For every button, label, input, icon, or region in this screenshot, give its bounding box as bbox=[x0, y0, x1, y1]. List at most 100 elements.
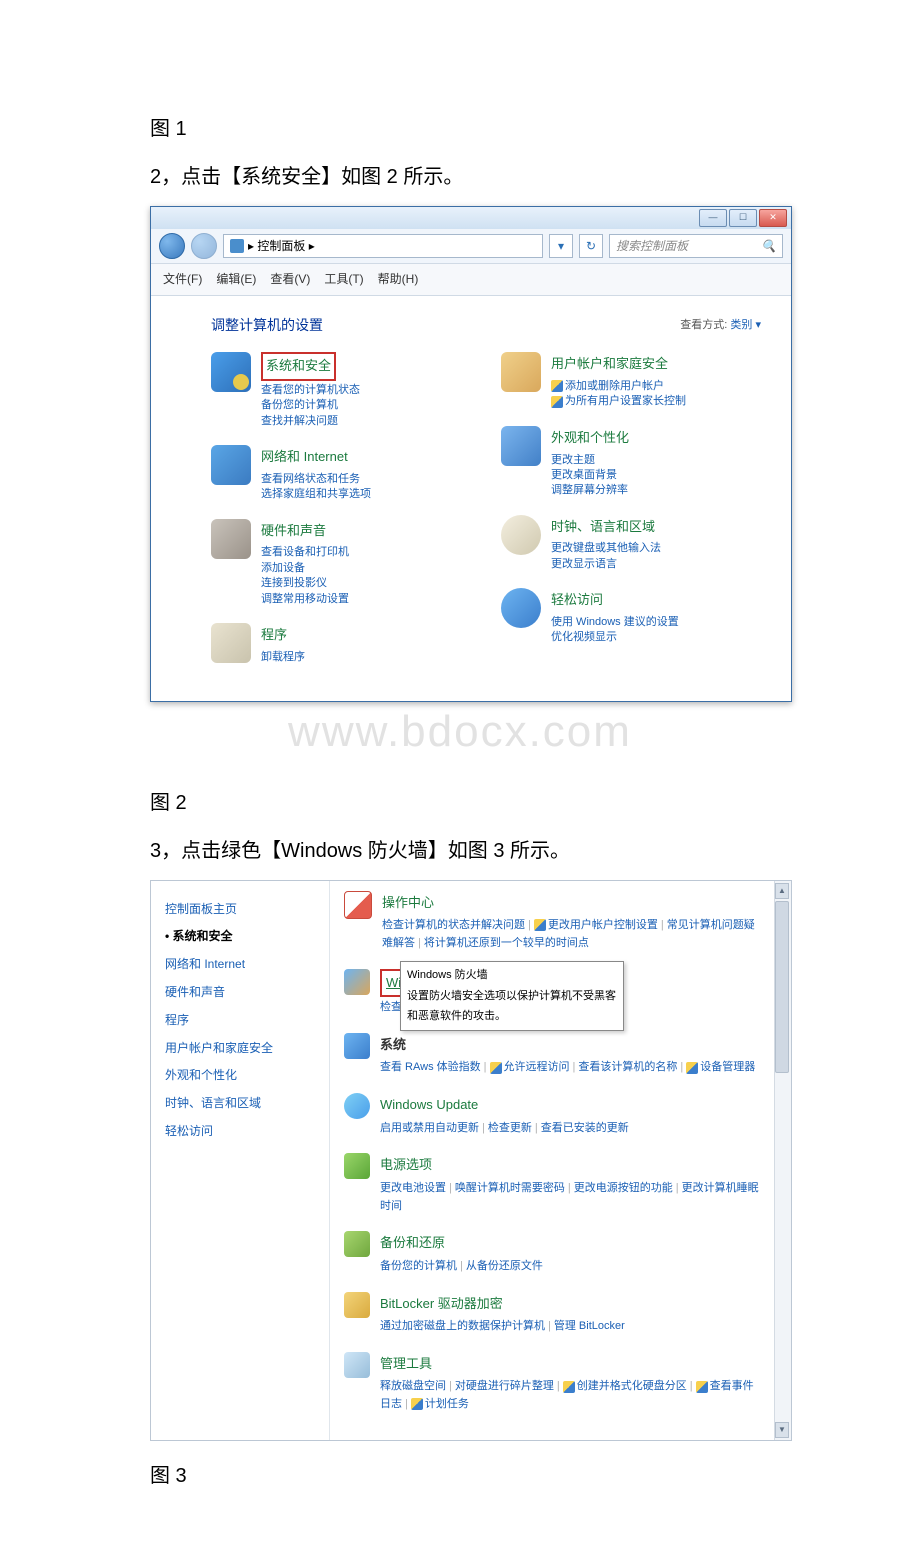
menu-bar: 文件(F) 编辑(E) 查看(V) 工具(T) 帮助(H) bbox=[151, 264, 791, 296]
shield-icon bbox=[696, 1381, 708, 1393]
category-link[interactable]: 查找并解决问题 bbox=[261, 414, 360, 429]
menu-查看(V)[interactable]: 查看(V) bbox=[270, 268, 310, 291]
category-link[interactable]: 添加或删除用户帐户 bbox=[551, 379, 686, 394]
category-时钟、语言和区域: 时钟、语言和区域更改键盘或其他输入法更改显示语言 bbox=[501, 515, 761, 572]
category-title[interactable]: 网络和 Internet bbox=[261, 445, 371, 470]
side-item-系统和安全[interactable]: • 系统和安全 bbox=[165, 925, 315, 948]
category-link[interactable]: 更改显示语言 bbox=[551, 557, 661, 572]
category-link[interactable]: 查看设备和打印机 bbox=[261, 545, 349, 560]
side-home-link[interactable]: 控制面板主页 bbox=[165, 898, 315, 921]
section-link[interactable]: 通过加密磁盘上的数据保护计算机 bbox=[380, 1320, 545, 1332]
section-title[interactable]: 管理工具 bbox=[380, 1352, 759, 1377]
section-title[interactable]: 系统 bbox=[380, 1033, 759, 1058]
history-dropdown[interactable]: ▾ bbox=[549, 234, 573, 258]
section-link[interactable]: 创建并格式化硬盘分区 bbox=[563, 1380, 687, 1392]
section-links: 检查计算机的状态并解决问题|更改用户帐户控制设置|常见计算机问题疑难解答|将计算… bbox=[382, 917, 759, 952]
search-input[interactable]: 搜索控制面板 🔍 bbox=[609, 234, 783, 258]
side-item-网络和 Internet[interactable]: 网络和 Internet bbox=[165, 953, 315, 976]
category-link[interactable]: 更改桌面背景 bbox=[551, 468, 629, 483]
side-item-轻松访问[interactable]: 轻松访问 bbox=[165, 1120, 315, 1143]
refresh-button[interactable]: ↻ bbox=[579, 234, 603, 258]
category-用户帐户和家庭安全: 用户帐户和家庭安全添加或删除用户帐户为所有用户设置家长控制 bbox=[501, 352, 761, 409]
minimize-button[interactable]: — bbox=[699, 209, 727, 227]
category-link[interactable]: 选择家庭组和共享选项 bbox=[261, 487, 371, 502]
view-by[interactable]: 查看方式: 类别 ▾ bbox=[680, 315, 761, 336]
section-title[interactable]: 操作中心 bbox=[382, 891, 759, 916]
section-link[interactable]: ws 体验指数 bbox=[420, 1061, 481, 1073]
section-link[interactable]: 查看该计算机的名称 bbox=[578, 1061, 677, 1073]
category-title[interactable]: 时钟、语言和区域 bbox=[551, 515, 661, 540]
side-item-硬件和声音[interactable]: 硬件和声音 bbox=[165, 981, 315, 1004]
category-link[interactable]: 查看网络状态和任务 bbox=[261, 472, 371, 487]
category-title[interactable]: 硬件和声音 bbox=[261, 519, 349, 544]
view-by-value: 类别 ▾ bbox=[730, 319, 761, 331]
category-link[interactable]: 为所有用户设置家长控制 bbox=[551, 394, 686, 409]
section-link[interactable]: 允许远程访问 bbox=[490, 1061, 570, 1073]
side-item-外观和个性化[interactable]: 外观和个性化 bbox=[165, 1064, 315, 1087]
category-column-left: 系统和安全查看您的计算机状态备份您的计算机查找并解决问题网络和 Internet… bbox=[211, 352, 471, 681]
section-icon bbox=[344, 1093, 370, 1119]
back-button[interactable] bbox=[159, 233, 185, 259]
search-placeholder: 搜索控制面板 bbox=[616, 235, 688, 258]
category-title[interactable]: 轻松访问 bbox=[551, 588, 679, 613]
section-link[interactable]: 从备份还原文件 bbox=[466, 1260, 543, 1272]
section-link[interactable]: 检查计算机的状态并解决问题 bbox=[382, 919, 525, 931]
section-title[interactable]: 备份和还原 bbox=[380, 1231, 759, 1256]
search-icon: 🔍 bbox=[761, 235, 776, 258]
section-link[interactable]: 将计算机还原到一个较早的时间点 bbox=[424, 937, 589, 949]
section-icon bbox=[344, 1292, 370, 1318]
category-link[interactable]: 更改键盘或其他输入法 bbox=[551, 541, 661, 556]
section-link[interactable]: 更改用户帐户控制设置 bbox=[534, 919, 658, 931]
category-link[interactable]: 使用 Windows 建议的设置 bbox=[551, 615, 679, 630]
section-link[interactable]: 更改电源按钮的功能 bbox=[574, 1182, 673, 1194]
breadcrumb[interactable]: ▸ 控制面板 ▸ bbox=[223, 234, 543, 258]
category-link[interactable]: 添加设备 bbox=[261, 561, 349, 576]
category-title[interactable]: 程序 bbox=[261, 623, 305, 648]
forward-button[interactable] bbox=[191, 233, 217, 259]
category-link[interactable]: 连接到投影仪 bbox=[261, 576, 349, 591]
section-icon bbox=[344, 969, 370, 995]
category-link[interactable]: 优化视频显示 bbox=[551, 630, 679, 645]
category-外观和个性化: 外观和个性化更改主题更改桌面背景调整屏幕分辨率 bbox=[501, 426, 761, 499]
section-link[interactable]: 管理 BitLocker bbox=[554, 1320, 625, 1332]
close-button[interactable]: ✕ bbox=[759, 209, 787, 227]
menu-编辑(E)[interactable]: 编辑(E) bbox=[216, 268, 256, 291]
section-links: 启用或禁用自动更新|检查更新|查看已安装的更新 bbox=[380, 1120, 759, 1138]
section-link[interactable]: 唤醒计算机时需要密码 bbox=[455, 1182, 565, 1194]
side-item-程序[interactable]: 程序 bbox=[165, 1009, 315, 1032]
side-item-用户帐户和家庭安全[interactable]: 用户帐户和家庭安全 bbox=[165, 1037, 315, 1060]
category-title[interactable]: 用户帐户和家庭安全 bbox=[551, 352, 686, 377]
section-title[interactable]: BitLocker 驱动器加密 bbox=[380, 1292, 759, 1317]
section-link[interactable]: 查看已安装的更新 bbox=[541, 1122, 629, 1134]
section-link[interactable]: 设备管理器 bbox=[686, 1061, 755, 1073]
category-link[interactable]: 调整屏幕分辨率 bbox=[551, 483, 629, 498]
section-link[interactable]: 查看 RA bbox=[380, 1061, 420, 1073]
section-link[interactable]: 释放磁盘空间 bbox=[380, 1380, 446, 1392]
menu-帮助(H)[interactable]: 帮助(H) bbox=[378, 268, 419, 291]
category-link[interactable]: 调整常用移动设置 bbox=[261, 592, 349, 607]
section-title[interactable]: Windows Update bbox=[380, 1093, 759, 1118]
side-item-时钟、语言和区域[interactable]: 时钟、语言和区域 bbox=[165, 1092, 315, 1115]
category-title[interactable]: 外观和个性化 bbox=[551, 426, 629, 451]
section-link[interactable]: 备份您的计算机 bbox=[380, 1260, 457, 1272]
section-link[interactable]: 计划任务 bbox=[411, 1398, 469, 1410]
category-link[interactable]: 查看您的计算机状态 bbox=[261, 383, 360, 398]
category-link[interactable]: 备份您的计算机 bbox=[261, 398, 360, 413]
section-title[interactable]: 电源选项 bbox=[380, 1153, 759, 1178]
scrollbar[interactable]: ▲ ▼ bbox=[774, 881, 791, 1440]
maximize-button[interactable]: ☐ bbox=[729, 209, 757, 227]
category-title[interactable]: 系统和安全 bbox=[261, 352, 336, 381]
scroll-up-icon[interactable]: ▲ bbox=[775, 883, 789, 899]
scroll-thumb[interactable] bbox=[775, 901, 789, 1073]
menu-工具(T)[interactable]: 工具(T) bbox=[324, 268, 363, 291]
menu-文件(F)[interactable]: 文件(F) bbox=[163, 268, 202, 291]
section-link[interactable]: 启用或禁用自动更新 bbox=[380, 1122, 479, 1134]
scroll-down-icon[interactable]: ▼ bbox=[775, 1422, 789, 1438]
section-link[interactable]: 对硬盘进行碎片整理 bbox=[455, 1380, 554, 1392]
section-link[interactable]: 更改电池设置 bbox=[380, 1182, 446, 1194]
section-link[interactable]: 检查更新 bbox=[488, 1122, 532, 1134]
category-link[interactable]: 更改主题 bbox=[551, 453, 629, 468]
section-icon bbox=[344, 891, 372, 919]
category-link[interactable]: 卸载程序 bbox=[261, 650, 305, 665]
shield-icon bbox=[490, 1062, 502, 1074]
